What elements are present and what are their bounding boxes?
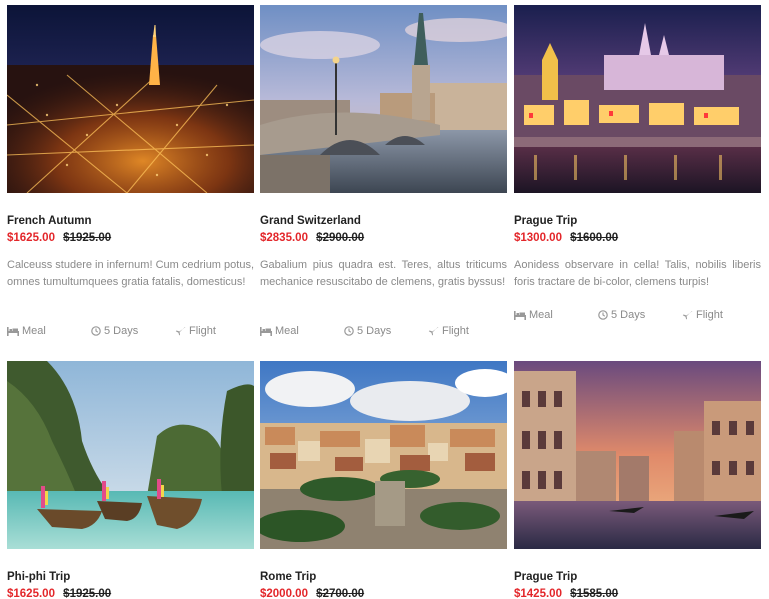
plane-icon (428, 327, 439, 336)
feature-days-label: 5 Days (357, 325, 392, 337)
tour-old-price: $2900.00 (316, 232, 365, 244)
feature-days-label: 5 Days (104, 325, 139, 337)
feature-flight-label: Flight (442, 325, 469, 337)
tour-card-phi-phi-trip[interactable]: Phi-phi Trip $1625.00 $1925.00 (7, 361, 254, 599)
prague-castle-night-image (514, 5, 761, 193)
tour-prices: $1625.00 $1925.00 (7, 587, 254, 599)
tour-image-phi-phi[interactable] (7, 361, 254, 549)
feature-days: 5 Days (344, 325, 391, 337)
feature-meal: Meal (260, 325, 299, 337)
tour-card-rome-trip[interactable]: Rome Trip $2000.00 $2700.00 (260, 361, 507, 599)
tour-prices: $2000.00 $2700.00 (260, 587, 507, 599)
tour-image-switzerland[interactable] (260, 5, 507, 193)
tour-description: Aonidess observare in cella! Talis, nobi… (514, 259, 761, 288)
tour-title[interactable]: Prague Trip (514, 570, 761, 584)
tour-title[interactable]: Rome Trip (260, 570, 507, 584)
tour-prices: $1425.00 $1585.00 (514, 587, 761, 599)
tour-description: Calceuss studere in infernum! Cum cedriu… (7, 259, 254, 288)
tour-prices: $1625.00 $1925.00 (7, 231, 254, 245)
feature-flight: Flight (682, 309, 723, 321)
feature-days: 5 Days (598, 309, 645, 321)
feature-meal-label: Meal (275, 325, 299, 337)
tour-old-price: $1925.00 (63, 588, 112, 599)
tour-prices: $2835.00 $2900.00 (260, 231, 507, 245)
tour-card-grand-switzerland[interactable]: Grand Switzerland $2835.00 $2900.00 Gaba… (260, 5, 507, 307)
feature-meal-label: Meal (529, 309, 553, 321)
paris-night-image (7, 5, 254, 193)
tour-price: $1625.00 (7, 232, 55, 244)
tour-image-paris[interactable] (7, 5, 254, 193)
tour-old-price: $2700.00 (316, 588, 365, 599)
tour-card-french-autumn[interactable]: French Autumn $1625.00 $1925.00 Calceuss… (7, 5, 254, 307)
tour-price: $2835.00 (260, 232, 308, 244)
feature-meal-label: Meal (22, 325, 46, 337)
feature-flight: Flight (428, 325, 469, 337)
tour-card-prague-trip[interactable]: Prague Trip $1300.00 $1600.00 Aonidess o… (514, 5, 761, 291)
tour-card-prague-trip-2[interactable]: Prague Trip $1425.00 $1585.00 (514, 361, 761, 599)
tour-title[interactable]: French Autumn (7, 214, 254, 228)
feature-meal: Meal (514, 309, 553, 321)
tour-title[interactable]: Prague Trip (514, 214, 761, 228)
tour-price: $1625.00 (7, 588, 55, 599)
feature-days-label: 5 Days (611, 309, 646, 321)
clock-icon (598, 310, 608, 320)
phi-phi-boats-image (7, 361, 254, 549)
tour-image-venice[interactable] (514, 361, 761, 549)
tour-image-prague[interactable] (514, 5, 761, 193)
feature-flight-label: Flight (189, 325, 216, 337)
bed-icon (260, 327, 272, 336)
tour-old-price: $1925.00 (63, 232, 112, 244)
bed-icon (7, 327, 19, 336)
zurich-bridge-image (260, 5, 507, 193)
tour-price: $2000.00 (260, 588, 308, 599)
venice-canal-image (514, 361, 761, 549)
feature-flight: Flight (175, 325, 216, 337)
feature-days: 5 Days (91, 325, 138, 337)
rome-cityscape-image (260, 361, 507, 549)
tour-price: $1425.00 (514, 588, 562, 599)
tour-image-rome[interactable] (260, 361, 507, 549)
feature-flight-label: Flight (696, 309, 723, 321)
clock-icon (344, 326, 354, 336)
clock-icon (91, 326, 101, 336)
tour-old-price: $1600.00 (570, 232, 619, 244)
tour-description: Gabalium pius quadra est. Teres, altus t… (260, 259, 507, 288)
tour-title[interactable]: Grand Switzerland (260, 214, 507, 228)
tour-old-price: $1585.00 (570, 588, 619, 599)
plane-icon (175, 327, 186, 336)
tour-title[interactable]: Phi-phi Trip (7, 570, 254, 584)
feature-meal: Meal (7, 325, 46, 337)
bed-icon (514, 311, 526, 320)
tour-prices: $1300.00 $1600.00 (514, 231, 761, 245)
tour-price: $1300.00 (514, 232, 562, 244)
plane-icon (682, 311, 693, 320)
